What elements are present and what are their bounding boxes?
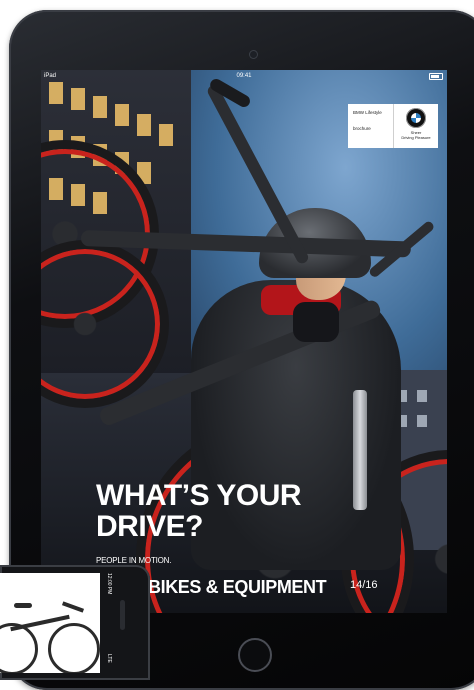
front-camera (250, 51, 257, 58)
logo-card-left: BMW Lifestyle brochure (348, 104, 394, 148)
logo-card-subtitle: brochure (353, 126, 371, 131)
battery-icon (429, 73, 443, 80)
rider-glove (293, 302, 339, 342)
phone-screen (0, 573, 100, 673)
headline-line-2: DRIVE? (96, 510, 204, 543)
phone-bike-rear-wheel (0, 623, 38, 673)
issue-number: 14/16 (350, 579, 378, 591)
home-button[interactable] (238, 638, 272, 672)
brand-logo-card[interactable]: BMW Lifestyle brochure Sheer Driving Ple… (348, 104, 438, 148)
logo-card-right: Sheer Driving Pleasure (394, 104, 438, 148)
logo-card-title: BMW Lifestyle (353, 110, 382, 115)
phone-status-time: 12:00 PM (106, 573, 112, 595)
phone-speaker (120, 600, 125, 630)
cover-tagline: PEOPLE IN MOTION. (96, 556, 172, 565)
cover-subhead: BIKES & EQUIPMENT (148, 577, 327, 597)
headline-line-1: WHAT’S YOUR (96, 479, 302, 512)
phone-status-bar: 12:00 PM LTE (102, 573, 112, 663)
status-time: 09:41 (236, 73, 252, 79)
bike-suspension-fork (353, 390, 367, 510)
phone-bike-front-wheel (48, 623, 100, 673)
phone-bike-handlebar (61, 601, 85, 613)
phone-bike-saddle (14, 603, 32, 608)
cover-headline: WHAT’S YOUR DRIVE? (96, 479, 302, 543)
logo-card-slogan-line2: Driving Pleasure (401, 135, 431, 140)
status-bar: iPad 09:41 (41, 70, 447, 82)
bmw-roundel-icon (406, 108, 426, 128)
phone-device: 12:00 PM LTE (0, 565, 150, 680)
phone-status-carrier: LTE (106, 654, 112, 663)
tablet-screen: iPad 09:41 BMW Lifestyle brochure Sheer … (41, 70, 447, 613)
